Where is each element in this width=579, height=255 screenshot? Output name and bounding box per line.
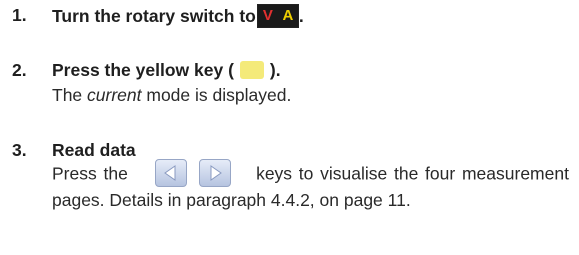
- description-text: mode is displayed.: [141, 85, 292, 105]
- step-3: 3. Read data Press the keys to visualise…: [12, 139, 569, 211]
- step-number: 1.: [12, 5, 27, 25]
- step-number: 2.: [12, 60, 27, 80]
- step-heading-text: Turn the rotary switch to: [52, 6, 256, 26]
- yellow-key-icon: [239, 61, 264, 79]
- description-text: The: [52, 85, 88, 105]
- step-heading: Read data: [52, 140, 136, 160]
- step-1: 1. Turn the rotary switch to V A .: [12, 4, 569, 28]
- step-2: 2. Press the yellow key ( ). The current…: [12, 59, 569, 106]
- switch-v-label: V: [257, 5, 278, 27]
- step-description: Press the keys to visualise the four mea…: [52, 159, 569, 211]
- step-heading-end: .: [298, 6, 304, 26]
- step-heading: Press the yellow key ( ).: [52, 59, 569, 81]
- switch-a-label: A: [277, 5, 298, 27]
- step-heading-end: ).: [269, 60, 281, 80]
- emphasis-text: current: [87, 85, 142, 105]
- description-text: Press the: [52, 163, 128, 184]
- description-text: keys to visualise the four measurement p…: [52, 163, 569, 210]
- step-heading-text: Press the yellow key (: [52, 60, 234, 80]
- step-number: 3.: [12, 140, 27, 160]
- step-heading: Turn the rotary switch to V A .: [52, 4, 569, 28]
- left-arrow-key-icon: [154, 159, 187, 187]
- rotary-switch-va-icon: V A: [256, 4, 299, 28]
- right-arrow-key-icon: [199, 159, 232, 187]
- step-description: The current mode is displayed.: [52, 84, 569, 106]
